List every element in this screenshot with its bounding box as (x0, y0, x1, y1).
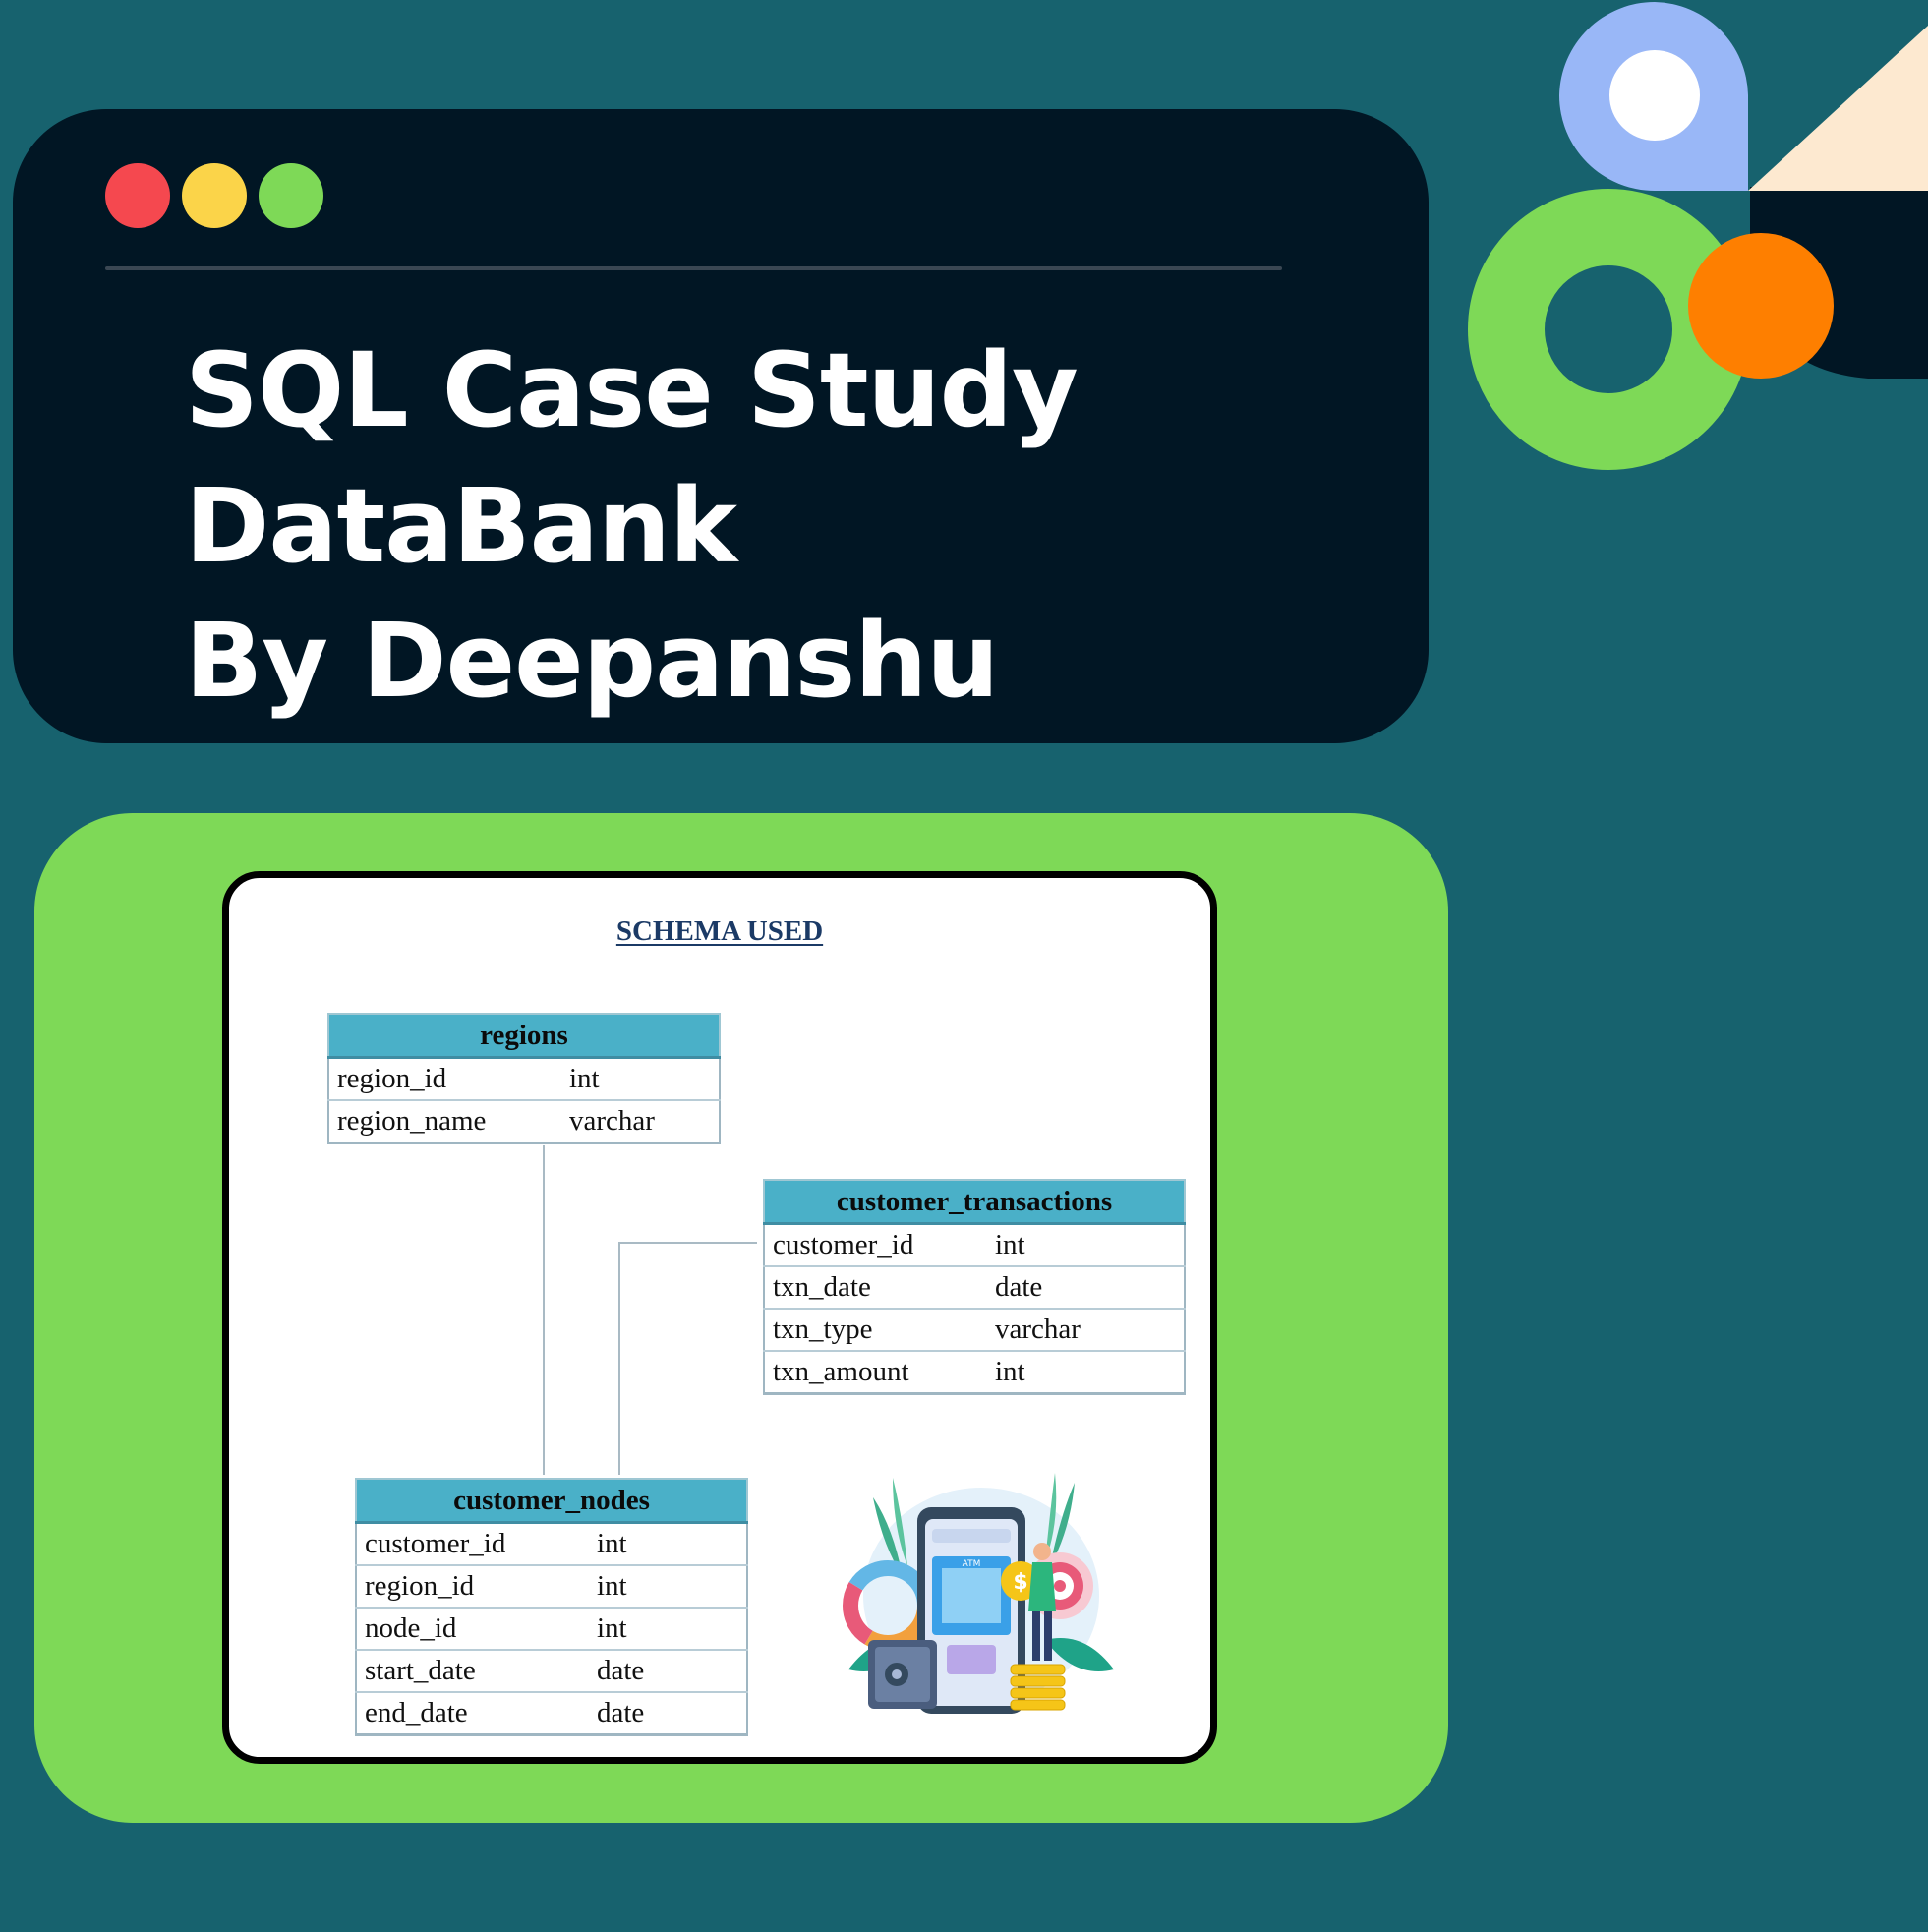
column-type: int (987, 1222, 1186, 1267)
title-line-1: SQL Case Study (185, 330, 1079, 450)
column-type: int (561, 1056, 721, 1101)
navy-blob-shape (1750, 187, 1928, 379)
column-name: region_name (327, 1099, 561, 1144)
column-name: txn_amount (763, 1350, 987, 1395)
column-type: varchar (987, 1308, 1186, 1352)
table-row: region_name varchar (327, 1099, 721, 1144)
column-type: date (589, 1649, 748, 1693)
column-name: end_date (355, 1691, 589, 1736)
green-ring-shape (1468, 189, 1749, 470)
title-line-2: DataBank (185, 466, 737, 586)
customer-transactions-table: customer_transactions customer_id int tx… (763, 1179, 1186, 1395)
table-row: customer_id int (763, 1222, 1186, 1267)
column-type: date (589, 1691, 748, 1736)
orange-dot-shape (1688, 233, 1834, 379)
white-dot-shape (1609, 50, 1700, 141)
column-name: customer_id (763, 1222, 987, 1267)
table-row: region_id int (355, 1564, 748, 1609)
column-name: node_id (355, 1607, 589, 1651)
customer-transactions-table-header: customer_transactions (763, 1179, 1186, 1225)
column-name: txn_type (763, 1308, 987, 1352)
regions-table-header: regions (327, 1013, 721, 1059)
window-dot-green (259, 163, 323, 228)
atm-banking-illustration: ATM $ (843, 1473, 1114, 1714)
blue-pin-shape (1559, 1, 1748, 191)
table-row: txn_amount int (763, 1350, 1186, 1395)
dollar-symbol: $ (1013, 1570, 1027, 1595)
table-row: txn_type varchar (763, 1308, 1186, 1352)
column-name: region_id (327, 1056, 561, 1101)
safe-icon (868, 1640, 937, 1709)
column-name: start_date (355, 1649, 589, 1693)
column-type: varchar (561, 1099, 721, 1144)
title-divider (105, 266, 1282, 270)
column-type: int (987, 1350, 1186, 1395)
relation-line-transactions-nodes (618, 1242, 757, 1475)
column-name: region_id (355, 1564, 589, 1609)
column-type: int (589, 1564, 748, 1609)
customer-nodes-table-header: customer_nodes (355, 1478, 748, 1524)
column-name: customer_id (355, 1521, 589, 1566)
cream-triangle-shape (1748, 26, 1928, 191)
regions-table: regions region_id int region_name varcha… (327, 1013, 721, 1144)
column-type: int (589, 1607, 748, 1651)
atm-label: ATM (963, 1559, 981, 1569)
window-dot-red (105, 163, 170, 228)
table-row: node_id int (355, 1607, 748, 1651)
column-name: txn_date (763, 1265, 987, 1310)
customer-nodes-table: customer_nodes customer_id int region_id… (355, 1478, 748, 1736)
table-row: start_date date (355, 1649, 748, 1693)
title-line-3: By Deepanshu (185, 601, 999, 721)
window-dot-yellow (182, 163, 247, 228)
table-row: txn_date date (763, 1265, 1186, 1310)
column-type: date (987, 1265, 1186, 1310)
table-row: customer_id int (355, 1521, 748, 1566)
column-type: int (589, 1521, 748, 1566)
schema-card: SCHEMA USED regions region_id int region… (222, 871, 1217, 1764)
table-row: region_id int (327, 1056, 721, 1101)
table-row: end_date date (355, 1691, 748, 1736)
